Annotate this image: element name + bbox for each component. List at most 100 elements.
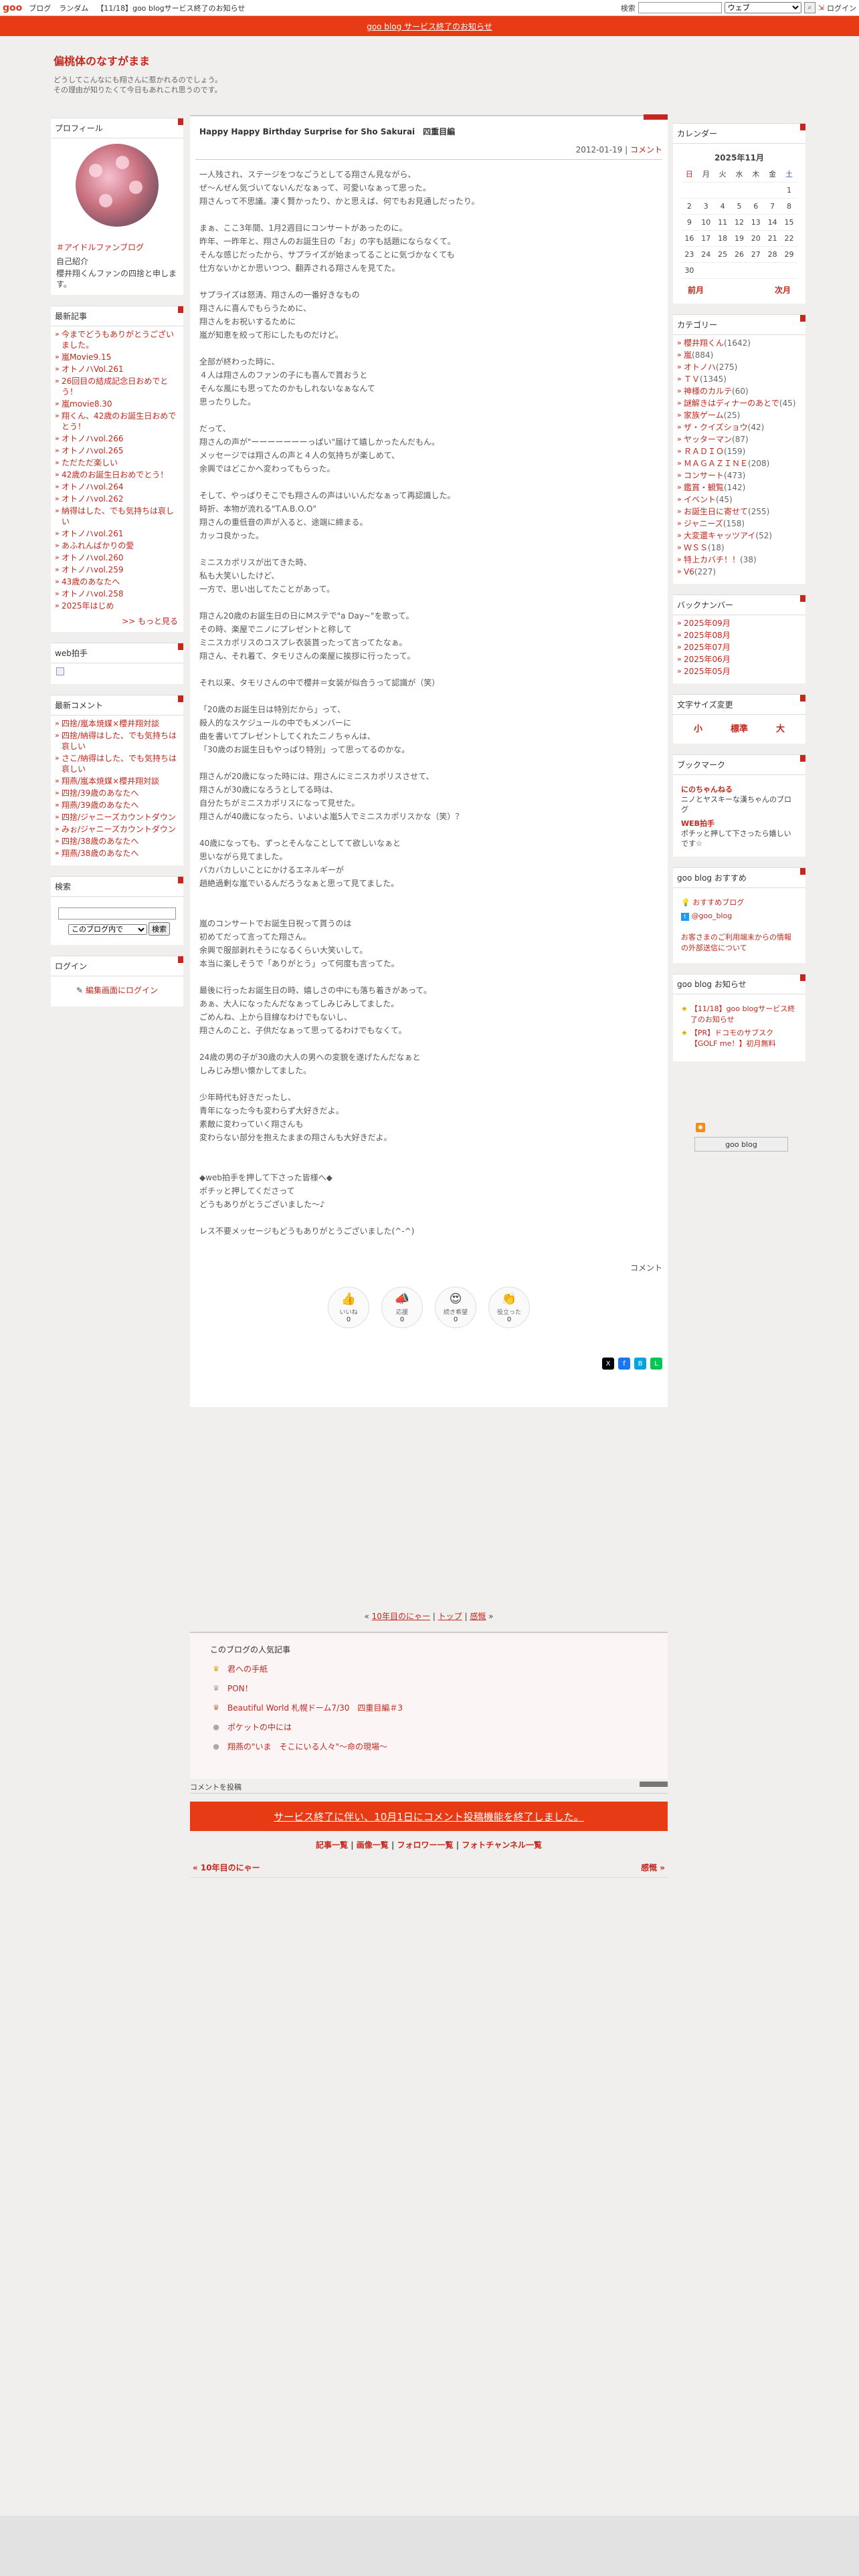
recent-post-link[interactable]: 43歳のあなたへ [62, 577, 120, 586]
recommend-twitter-link[interactable]: @goo_blog [692, 911, 733, 920]
service-end-notice-link[interactable]: goo blog サービス終了のお知らせ [367, 21, 492, 32]
recent-post-link[interactable]: 納得はした、でも気持ちは哀しい [62, 506, 174, 526]
category-link[interactable]: 家族ゲーム [684, 411, 724, 420]
profile-account-link[interactable]: ＃アイドルファンブログ [56, 243, 144, 252]
recent-post-link[interactable]: 今までどうもありがとうございました。 [62, 330, 174, 350]
comment-link[interactable]: 翔燕/嵐本焼媒×櫻井翔対談 [62, 776, 159, 786]
backnumber-link[interactable]: 2025年08月 [684, 631, 731, 640]
reaction-helpful-button[interactable]: 👏 役立った 0 [488, 1287, 530, 1328]
category-link[interactable]: ザ・クイズショウ [684, 423, 748, 432]
rss-icon[interactable]: ◉ [696, 1123, 705, 1132]
all-images-link[interactable]: 画像一覧 [357, 1840, 389, 1850]
calendar-prev-link[interactable]: 前月 [688, 284, 704, 296]
bookmark-link[interactable]: にのちゃんねる [681, 784, 797, 794]
next-entry-link[interactable]: 感慨 » [641, 1862, 665, 1873]
calendar-next-link[interactable]: 次月 [775, 284, 791, 296]
recent-post-link[interactable]: ただただ楽しい [62, 458, 118, 467]
comment-link[interactable]: みぉ/ジャニーズカウントダウン [62, 825, 176, 834]
goo-blog-button[interactable]: goo blog [694, 1137, 788, 1152]
blog-title[interactable]: 偏桃体のなすがまま [54, 55, 150, 68]
category-link[interactable]: V6 [684, 567, 694, 576]
category-link[interactable]: 鑑賞・観覧 [684, 483, 724, 492]
comment-end-notice-link[interactable]: サービス終了に伴い、10月1日にコメント投稿機能を終了しました。 [274, 1810, 584, 1824]
recent-post-link[interactable]: オトノハvol.261 [62, 529, 124, 538]
recent-post-link[interactable]: オトノハVol.261 [62, 364, 124, 374]
backnumber-link[interactable]: 2025年06月 [684, 655, 731, 664]
gooinfo-link[interactable]: 【11/18】goo blogサービス終了のお知らせ [690, 1004, 797, 1025]
recent-post-link[interactable]: オトノハvol.266 [62, 434, 124, 443]
category-link[interactable]: 大変還キャッツアイ [684, 531, 755, 540]
recent-posts-more-link[interactable]: >> もっと見る [122, 617, 178, 626]
gooinfo-link[interactable]: 【PR】ドコモのサブスク【GOLF me！】初月無料 [690, 1028, 797, 1049]
category-link[interactable]: ＷＳＳ [684, 543, 708, 552]
comment-link[interactable]: 翔燕/39歳のあなたへ [62, 800, 138, 810]
popular-post-link[interactable]: 翔燕の"いま そこにいる人々"〜命の現場〜 [227, 1741, 387, 1752]
category-link[interactable]: コンサート [684, 471, 724, 480]
recent-post-link[interactable]: あふれんばかりの愛 [62, 541, 134, 550]
recent-post-link[interactable]: 嵐Movie9.15 [62, 352, 111, 362]
category-link[interactable]: ジャニーズ [684, 519, 723, 528]
fontsize-large-button[interactable]: 大 [776, 722, 785, 734]
category-link[interactable]: ＲＡＤＩＯ [684, 447, 724, 456]
reaction-cheer-button[interactable]: 📣 応援 0 [381, 1287, 423, 1328]
recent-post-link[interactable]: オトノハvol.258 [62, 589, 124, 599]
recent-post-link[interactable]: オトノハvol.265 [62, 446, 124, 455]
search-icon[interactable]: ⌕ [803, 2, 816, 13]
line-share-icon[interactable]: L [650, 1358, 662, 1370]
followers-link[interactable]: フォロワー一覧 [397, 1840, 454, 1850]
gnav-login-link[interactable]: ログイン [827, 3, 856, 13]
reaction-more-button[interactable]: 😍 続き希望 0 [435, 1287, 476, 1328]
recent-post-link[interactable]: オトノハvol.264 [62, 482, 124, 492]
search-input[interactable] [638, 2, 722, 13]
comment-link[interactable]: さこ/納得はした、でも気持ちは哀しい [62, 754, 177, 774]
backnumber-link[interactable]: 2025年05月 [684, 667, 731, 676]
comment-link[interactable]: 四捨/ジャニーズカウントダウン [62, 813, 176, 822]
backnumber-link[interactable]: 2025年09月 [684, 619, 731, 628]
recent-post-link[interactable]: オトノハvol.260 [62, 553, 124, 562]
fontsize-small-button[interactable]: 小 [694, 722, 702, 734]
popular-post-link[interactable]: 君への手紙 [227, 1663, 268, 1675]
recent-post-link[interactable]: 翔くん、42歳のお誕生日おめでとう！ [62, 411, 176, 431]
comment-link[interactable]: 四捨/納得はした、でも気持ちは哀しい [62, 731, 177, 751]
recent-post-link[interactable]: 2025年はじめ [62, 601, 114, 611]
backnumber-link[interactable]: 2025年07月 [684, 643, 731, 652]
recent-post-link[interactable]: オトノハvol.259 [62, 565, 124, 574]
goo-logo[interactable]: goo [3, 3, 22, 13]
popular-post-link[interactable]: Beautiful World 札幌ドーム7/30 四重目編＃3 [227, 1702, 403, 1713]
recent-post-link[interactable]: オトノハvol.262 [62, 494, 124, 504]
search-scope-select[interactable]: ウェブ [724, 2, 801, 13]
editor-login-link[interactable]: 編集画面にログイン [86, 986, 158, 995]
category-link[interactable]: オトノハ [684, 362, 716, 372]
blog-search-input[interactable] [58, 907, 176, 920]
facebook-share-icon[interactable]: f [618, 1358, 630, 1370]
hatena-share-icon[interactable]: B [634, 1358, 646, 1370]
recent-post-link[interactable]: 42歳のお誕生日おめでとう！ [62, 470, 168, 479]
category-link[interactable]: 特上カバチ！！ [684, 555, 740, 564]
recommend-blog-link[interactable]: おすすめブログ [692, 898, 744, 907]
category-link[interactable]: ＭＡＧＡＺＩＮＥ [684, 459, 748, 468]
category-link[interactable]: 櫻井翔くん [684, 338, 724, 348]
blog-search-scope[interactable]: このブログ内で [68, 924, 147, 935]
webclap-image-icon[interactable] [56, 667, 64, 675]
comment-link[interactable]: 四捨/嵐本焼媒×櫻井翔対談 [62, 719, 159, 728]
x-share-icon[interactable]: X [602, 1358, 614, 1370]
blog-search-button[interactable]: 検索 [149, 922, 170, 936]
comment-link[interactable]: 翔燕/38歳のあなたへ [62, 849, 138, 858]
all-posts-link[interactable]: 記事一覧 [316, 1840, 348, 1850]
category-link[interactable]: 謎解きはディナーのあとで [684, 399, 779, 408]
category-link[interactable]: 神様のカルテ [684, 387, 732, 396]
comment-link[interactable]: 四捨/39歳のあなたへ [62, 788, 138, 798]
category-link[interactable]: イベント [684, 495, 716, 504]
category-link[interactable]: ヤッターマン [684, 435, 732, 444]
entry-comment-footer-link[interactable]: コメント [630, 1263, 662, 1273]
popular-post-link[interactable]: PON！ [227, 1683, 253, 1694]
gnav-link-blog[interactable]: ブログ [29, 3, 51, 13]
fontsize-normal-button[interactable]: 標準 [731, 722, 748, 734]
pager-next-link[interactable]: 感慨 [470, 1612, 486, 1621]
external-transmission-link[interactable]: お客さまのご利用端末からの情報の外部送信について [681, 933, 791, 952]
bookmark-link[interactable]: WEB拍手 [681, 819, 797, 829]
recent-post-link[interactable]: 26回目の結成記念日おめでとう！ [62, 377, 168, 397]
category-link[interactable]: ＴＶ [684, 374, 700, 384]
prev-entry-link[interactable]: « 10年目のにゃー [193, 1862, 260, 1873]
category-link[interactable]: お誕生日に寄せて [684, 507, 748, 516]
